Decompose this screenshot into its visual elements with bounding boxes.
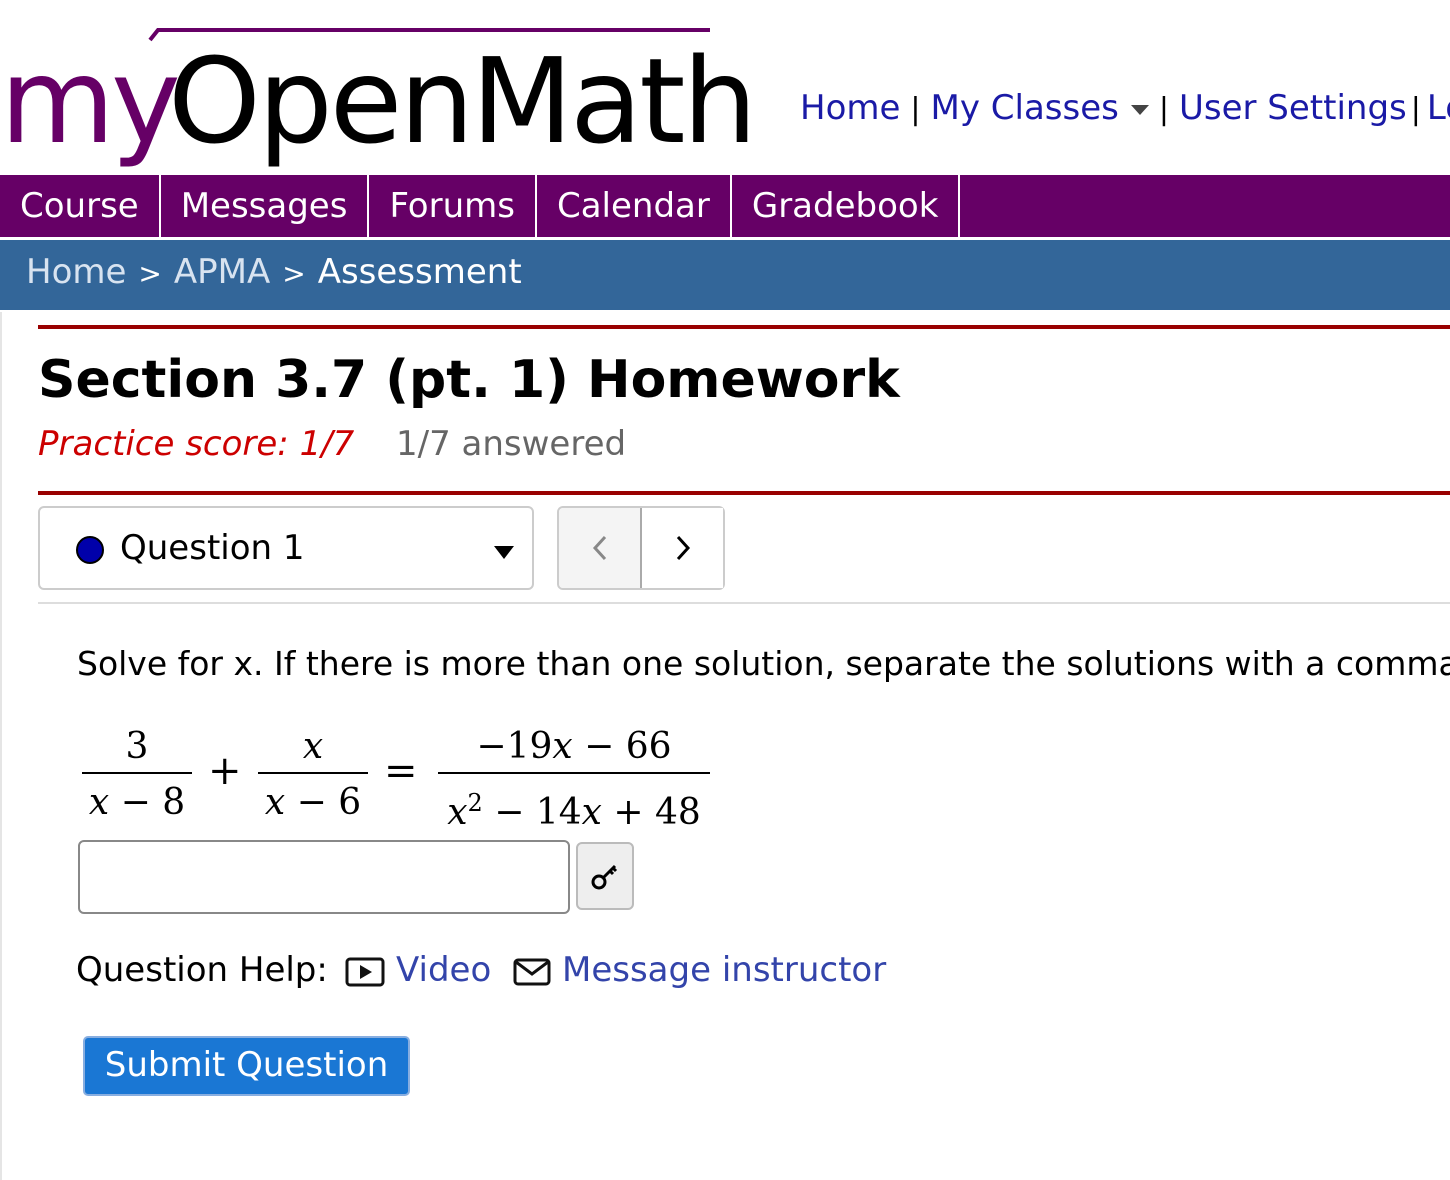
answer-input[interactable] (78, 840, 570, 914)
term2-numerator: x (302, 726, 324, 767)
equals-sign: = (384, 748, 418, 794)
message-instructor-label: Message instructor (562, 950, 887, 990)
video-link-label: Video (396, 950, 492, 990)
tab-forums[interactable]: Forums (369, 175, 537, 237)
chevron-right-icon (676, 535, 690, 561)
rhs-denominator: x2 − 14x + 48 (447, 789, 701, 833)
breadcrumb-apma[interactable]: APMA (174, 252, 270, 292)
tab-messages[interactable]: Messages (161, 175, 370, 237)
prev-question-button[interactable] (559, 508, 642, 588)
top-nav: Home|My Classes|User Settings|Lo (800, 88, 1450, 128)
practice-score: Practice score: 1/7 (38, 424, 355, 464)
question-select[interactable]: Question 1 (38, 506, 534, 590)
divider-bottom (38, 491, 1450, 495)
separator: | (1158, 92, 1169, 127)
question-text: Solve for x. If there is more than one s… (77, 644, 1450, 683)
fraction-term2: x x − 6 (258, 722, 368, 828)
envelope-icon (513, 958, 551, 985)
video-icon (345, 957, 385, 986)
content-left-border (0, 312, 2, 1180)
divider (38, 602, 1450, 604)
top-link-home[interactable]: Home (800, 88, 900, 128)
term1-denominator: x − 8 (88, 782, 186, 823)
video-link[interactable]: Video (344, 950, 491, 990)
term2-denominator: x − 6 (264, 782, 362, 823)
term1-numerator: 3 (125, 726, 149, 767)
logo-my: my (0, 32, 181, 170)
key-icon (591, 864, 618, 890)
page-title: Section 3.7 (pt. 1) Homework (38, 350, 900, 410)
fraction-rhs: −19x − 66 x2 − 14x + 48 (438, 722, 710, 833)
top-link-my-classes[interactable]: My Classes (931, 88, 1149, 128)
breadcrumb-home[interactable]: Home (26, 252, 126, 292)
submit-question-button[interactable]: Submit Question (83, 1036, 410, 1096)
fraction-term1: 3 x − 8 (82, 722, 192, 828)
caret-down-icon (494, 546, 514, 559)
key-button[interactable] (576, 842, 634, 910)
separator: | (910, 92, 921, 127)
logo-openmath: OpenMath (168, 32, 757, 170)
next-question-button[interactable] (642, 508, 723, 588)
tab-calendar[interactable]: Calendar (537, 175, 732, 237)
logo[interactable]: my OpenMath (0, 20, 757, 170)
divider-top (38, 325, 1450, 329)
question-help-label: Question Help: (76, 950, 328, 990)
question-nav-buttons (557, 506, 725, 590)
answered-count: 1/7 answered (396, 424, 627, 464)
breadcrumb: Home > APMA > Assessment (0, 240, 1450, 310)
plus-sign: + (208, 748, 242, 794)
breadcrumb-separator: > (282, 257, 306, 290)
top-link-logout[interactable]: Lo (1427, 88, 1450, 128)
message-instructor-link[interactable]: Message instructor (512, 950, 886, 990)
equation: 3 x − 8 + x x − 6 = −19x − 66 x2 − 14x +… (82, 722, 722, 833)
caret-down-icon (1130, 104, 1149, 115)
my-classes-label: My Classes (930, 88, 1119, 128)
tab-course[interactable]: Course (0, 175, 161, 237)
top-link-user-settings[interactable]: User Settings (1179, 88, 1407, 128)
rhs-numerator: −19x − 66 (476, 726, 672, 767)
chevron-left-icon (592, 535, 606, 561)
question-select-label: Question 1 (120, 528, 305, 568)
breadcrumb-current: Assessment (317, 252, 522, 292)
separator: | (1410, 92, 1421, 127)
status-dot-icon (76, 536, 104, 564)
main-nav: Course Messages Forums Calendar Gradeboo… (0, 175, 1450, 237)
tab-gradebook[interactable]: Gradebook (732, 175, 961, 237)
breadcrumb-separator: > (138, 257, 162, 290)
